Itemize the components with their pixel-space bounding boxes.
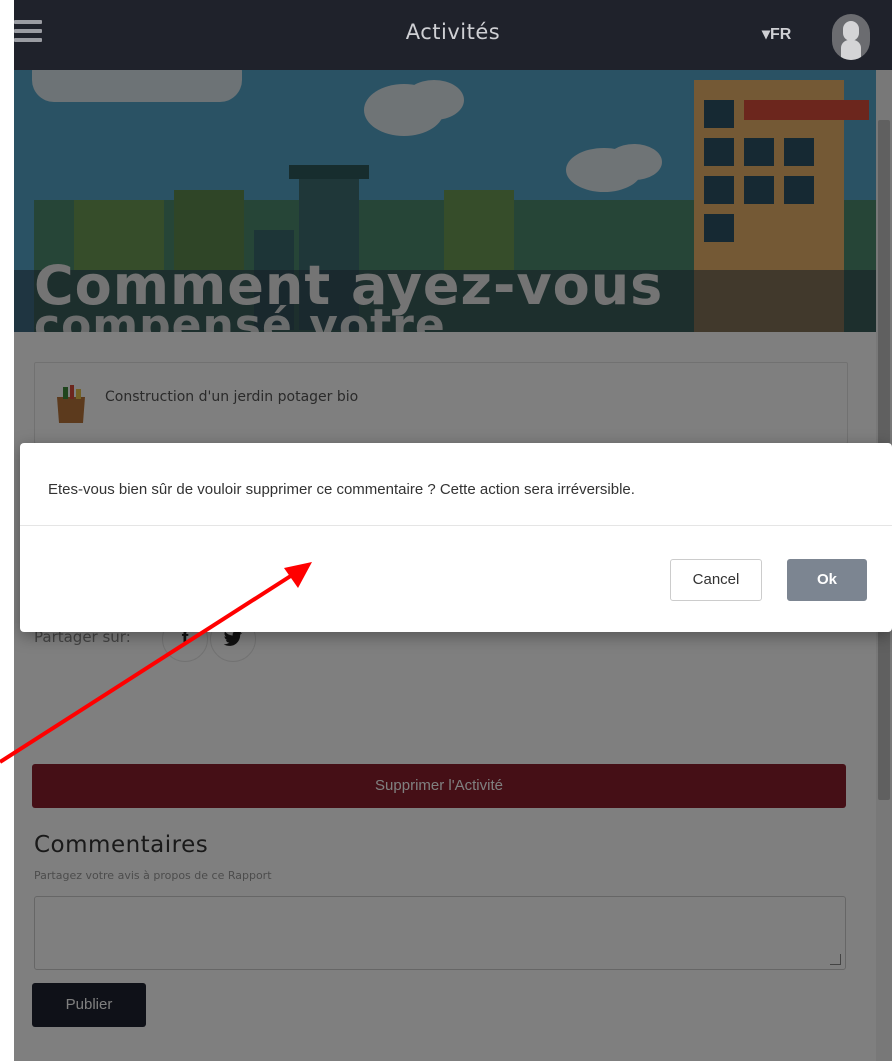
confirm-message: Etes-vous bien sûr de vouloir supprimer …	[48, 481, 635, 498]
dialog-divider	[20, 525, 892, 526]
ok-button[interactable]: Ok	[787, 559, 867, 601]
user-avatar-icon[interactable]	[832, 14, 870, 60]
confirm-dialog: Etes-vous bien sûr de vouloir supprimer …	[20, 443, 892, 632]
cancel-button[interactable]: Cancel	[670, 559, 762, 601]
app-frame: Activités ▾FR Etes-vous bien sûr de voul…	[14, 0, 892, 1061]
top-bar: Activités ▾FR	[14, 0, 892, 70]
page-title: Activités	[405, 20, 501, 44]
language-selector[interactable]: ▾FR	[762, 24, 791, 44]
